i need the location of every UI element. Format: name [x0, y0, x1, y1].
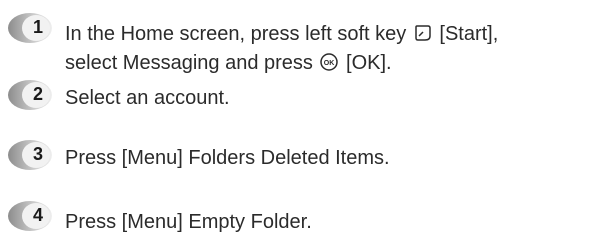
step-text: Select an account. [65, 87, 230, 109]
step-badge-icon [8, 140, 52, 170]
step-number-badge: 2 [4, 79, 52, 111]
step-text: Press [Menu] Folders Deleted Items. [65, 147, 390, 169]
svg-text:OK: OK [324, 60, 335, 67]
step-number-badge: 4 [4, 200, 52, 232]
step-text-part: In the Home screen, press left soft key [65, 23, 412, 45]
step-number-badge: 1 [4, 12, 52, 44]
step-number: 4 [33, 205, 44, 225]
step-text: In the Home screen, press left soft key … [65, 21, 498, 79]
step-number-badge: 3 [4, 139, 52, 171]
step-badge-icon [8, 13, 52, 43]
step-number: 1 [33, 17, 44, 37]
step-text-part: [OK]. [340, 52, 392, 74]
step-text-part: [Start], [433, 23, 499, 45]
step-number: 3 [33, 144, 44, 164]
step-number: 2 [33, 84, 44, 104]
step-text: Press [Menu] Empty Folder. [65, 211, 312, 233]
instruction-steps: 1 In the Home screen, press left soft ke… [0, 0, 595, 248]
left-soft-key-icon [413, 23, 433, 50]
step-text-part: select Messaging and press [65, 52, 319, 74]
step-badge-icon [8, 201, 52, 231]
ok-key-icon: OK [319, 52, 339, 79]
step-badge-icon [8, 80, 52, 110]
